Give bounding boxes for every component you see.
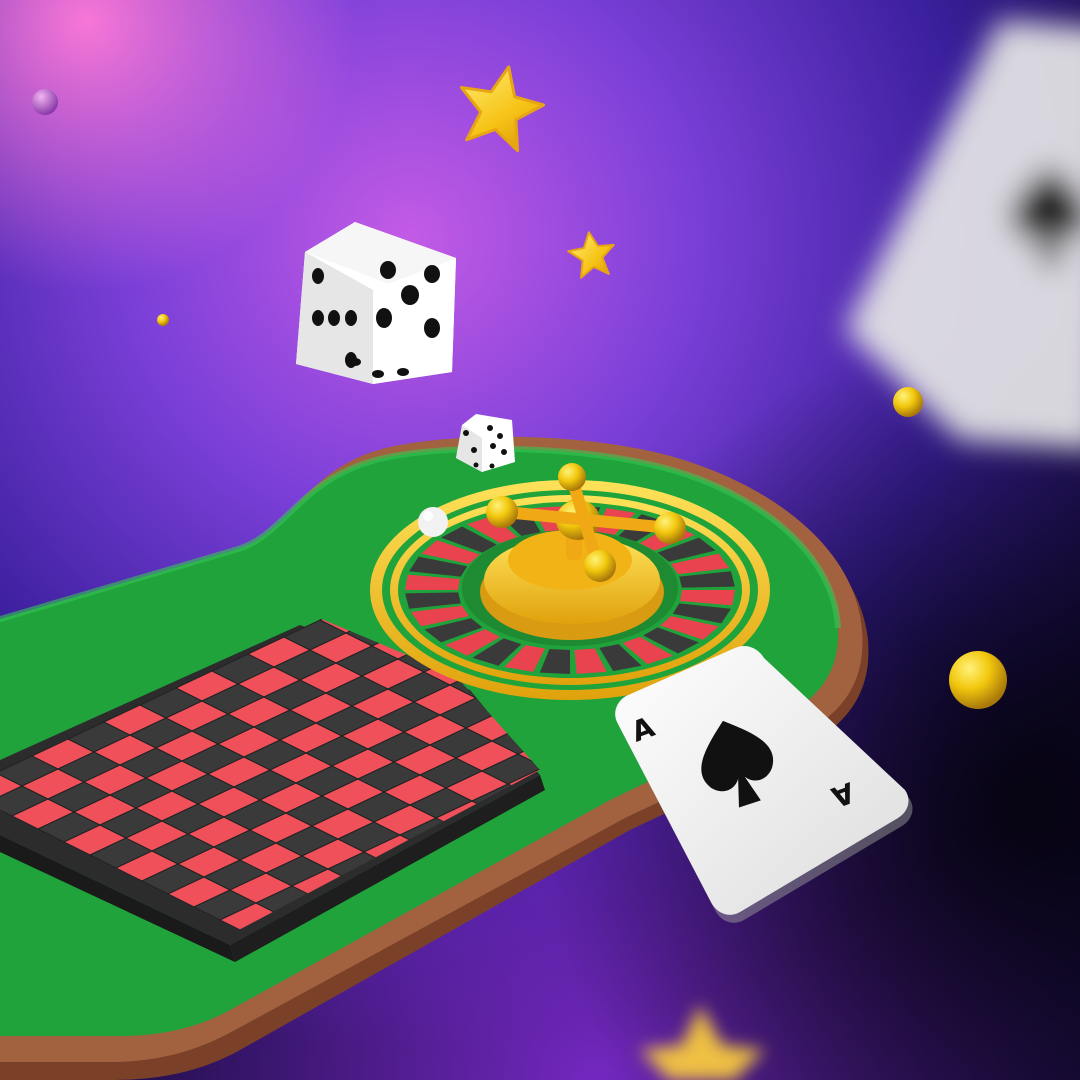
roulette-ball <box>418 507 448 537</box>
casino-scene: A A <box>0 0 1080 1080</box>
gold-ball-medium <box>893 387 923 417</box>
spindle-knob-right <box>654 512 686 544</box>
gold-ball-small <box>157 314 169 326</box>
gold-ball-large <box>949 651 1007 709</box>
pink-ball <box>32 89 58 115</box>
spindle-knob-left <box>486 496 518 528</box>
spindle-knob-bottom <box>584 550 616 582</box>
casino-illustration: A A <box>0 0 1080 1080</box>
spindle-knob-top <box>558 463 586 491</box>
